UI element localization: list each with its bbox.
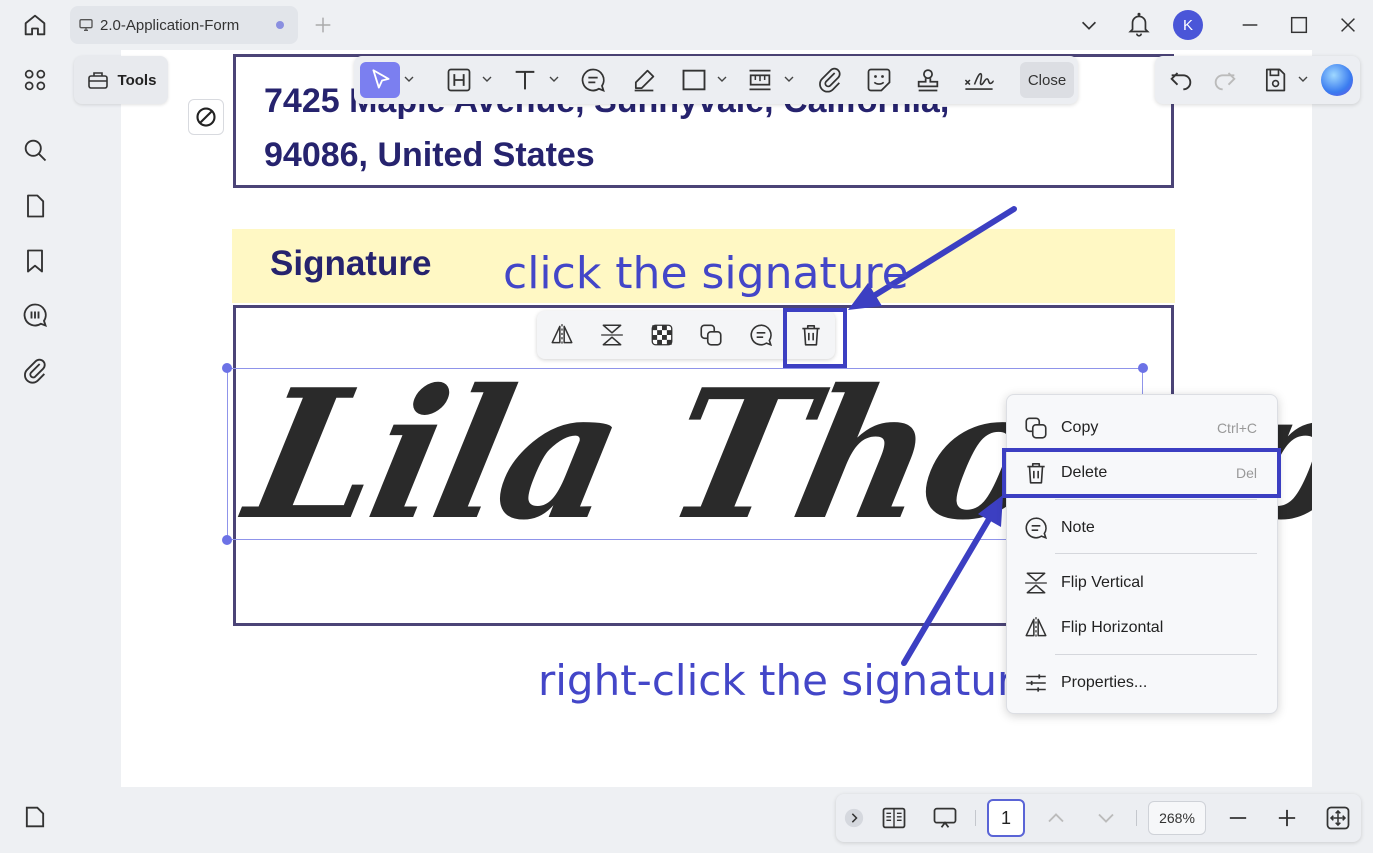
menu-item-copy[interactable]: Copy Ctrl+C [1007,408,1279,448]
menu-item-shortcut: Ctrl+C [1216,420,1257,436]
page-layout-icon[interactable] [880,804,908,832]
chevron-down-icon[interactable] [549,74,559,84]
zoom-in-icon[interactable] [1273,804,1301,832]
presentation-icon[interactable] [931,804,959,832]
annotation-toolbar: Close [354,56,1078,104]
menu-delete-highlight-box [1002,448,1281,498]
pen-icon[interactable] [630,66,658,94]
chevron-down-icon[interactable] [482,74,492,84]
copy-icon [1025,417,1047,439]
note-icon [1025,517,1048,540]
chevron-down-icon[interactable] [1298,74,1308,84]
menu-item-label: Note [1061,519,1095,536]
bottom-bar: 1 268% [836,794,1361,842]
page-number-input[interactable]: 1 [987,799,1025,837]
tools-button[interactable]: Tools [74,56,168,104]
zoom-out-icon[interactable] [1224,804,1252,832]
select-tool-button[interactable] [360,62,400,98]
note-icon[interactable] [579,66,607,94]
divider [1136,810,1137,826]
measure-icon[interactable] [746,66,774,94]
prohibited-icon [196,107,216,127]
toolbox-icon [87,72,108,89]
cursor-icon [372,69,390,89]
menu-divider [1055,499,1257,500]
menu-item-label: Properties... [1061,674,1148,691]
delete-highlight-box [783,308,847,368]
menu-item-label: Copy [1061,419,1099,436]
context-menu: Copy Ctrl+C Delete Del Note Flip Vertica… [1006,394,1278,714]
text-tool-icon[interactable] [511,66,539,94]
chevron-down-icon[interactable] [717,74,727,84]
menu-item-label: Flip Vertical [1061,574,1144,591]
copy-icon[interactable] [698,322,724,348]
menu-divider [1055,553,1257,554]
chevron-down-icon[interactable] [784,74,794,84]
divider [975,810,976,826]
redo-icon[interactable] [1211,66,1239,94]
fit-screen-icon[interactable] [1324,804,1352,832]
chevron-down-icon[interactable] [404,74,414,84]
ai-assistant-icon[interactable] [1321,64,1353,96]
right-click-hint: right-click the signature [538,656,1040,705]
menu-item-flip-horizontal[interactable]: Flip Horizontal [1007,608,1279,648]
flip-horizontal-icon[interactable] [549,322,575,348]
attachment-icon[interactable] [816,66,844,94]
highlight-icon[interactable] [445,66,473,94]
sticker-icon[interactable] [865,66,893,94]
expand-right-icon[interactable] [844,808,864,828]
note-icon[interactable] [748,322,774,348]
properties-icon [1026,674,1046,692]
next-page-icon[interactable] [1092,804,1120,832]
menu-item-note[interactable]: Note [1007,508,1279,548]
menu-item-properties[interactable]: Properties... [1007,663,1279,703]
close-toolbar-button[interactable]: Close [1020,62,1074,98]
zoom-level[interactable]: 268% [1148,801,1206,835]
right-toolbar [1155,56,1360,104]
previous-page-icon[interactable] [1042,804,1070,832]
flip-vertical-icon [1025,572,1047,594]
menu-item-label: Flip Horizontal [1061,619,1164,636]
menu-divider [1055,654,1257,655]
signature-icon[interactable] [962,66,996,94]
flip-vertical-icon[interactable] [599,322,625,348]
rectangle-icon[interactable] [680,66,708,94]
undo-icon[interactable] [1167,66,1195,94]
transparency-icon[interactable] [649,322,675,348]
flip-horizontal-icon [1025,617,1047,639]
save-icon[interactable] [1261,66,1289,94]
disable-button[interactable] [188,99,224,135]
tools-label: Tools [117,71,157,89]
click-hint: click the signature [503,248,909,299]
stamp-icon[interactable] [914,66,942,94]
menu-item-flip-vertical[interactable]: Flip Vertical [1007,563,1279,603]
